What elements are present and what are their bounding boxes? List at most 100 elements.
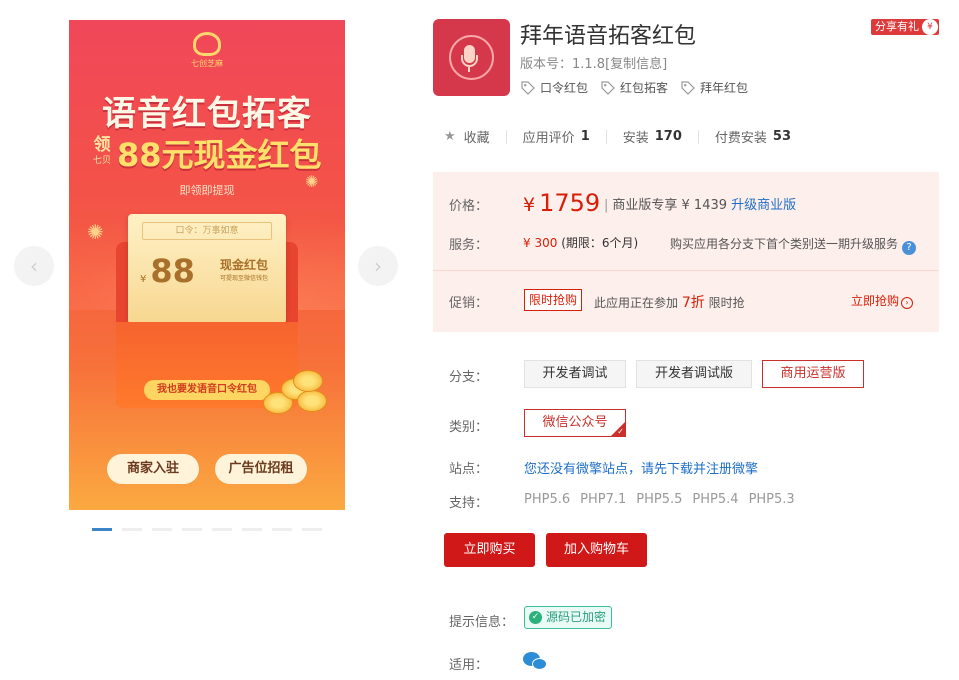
- brand-logo: 七创芝麻: [187, 32, 227, 74]
- rating-label[interactable]: 应用评价: [523, 127, 575, 146]
- tag-icon: [521, 80, 535, 95]
- share-reward-button[interactable]: 分享有礼 ¥: [871, 19, 939, 35]
- divider: |: [604, 198, 609, 213]
- app-icon: [433, 19, 510, 96]
- pagination-dot[interactable]: [242, 528, 262, 531]
- version-info: 版本号：1.1.8[复制信息]: [520, 53, 667, 72]
- encrypted-text: 源码已加密: [546, 610, 607, 624]
- paid-install-label: 付费安装: [714, 131, 767, 146]
- poster-title: 语音红包拓客: [102, 94, 312, 134]
- coin-icon: [293, 370, 323, 392]
- divider: [433, 270, 939, 271]
- promo-text-before: 此应用正在参加: [594, 296, 679, 310]
- poster-ling: 领 七贝: [91, 137, 113, 169]
- pagination-dot[interactable]: [92, 528, 112, 531]
- branch-label: 分支：: [449, 370, 489, 385]
- tag-item[interactable]: 拜年红包: [680, 79, 748, 96]
- branch-option-dev-debug-version[interactable]: 开发者调试版: [636, 360, 752, 388]
- poster-tagline: 即领即提现: [179, 184, 235, 197]
- flash-sale-badge: 限时抢购: [524, 289, 583, 311]
- install-value: 170: [654, 129, 682, 144]
- business-price: | 商业版专享 ¥ 1439 升级商业版: [604, 194, 796, 213]
- copy-info-link[interactable]: [复制信息]: [605, 57, 667, 72]
- chevron-right-icon: ›: [901, 297, 914, 309]
- pagination-dot[interactable]: [182, 528, 202, 531]
- logo-mark-icon: [193, 32, 221, 56]
- service-label: 服务：: [449, 238, 489, 253]
- flash-buy-label: 立即抢购: [851, 294, 900, 308]
- promo-text: 此应用正在参加 7折 限时抢: [594, 292, 745, 312]
- envelope-button: 我也要发语音口令红包: [144, 380, 270, 400]
- promo-discount: 7折: [681, 295, 705, 311]
- business-price-text: 商业版专享 ¥ 1439: [612, 198, 728, 213]
- wechat-icon: [523, 650, 549, 672]
- php-version: PHP5.4: [692, 492, 739, 507]
- gift-icon: ¥: [922, 19, 938, 35]
- add-to-cart-button[interactable]: 加入购物车: [546, 533, 647, 567]
- card-desc-small: 可提现至微信钱包: [220, 275, 269, 282]
- poster-headline: 领 七贝 88元现金红包: [91, 130, 322, 176]
- buy-now-button[interactable]: 立即购买: [444, 533, 535, 567]
- category-option-wechat-official[interactable]: 微信公众号 ✓: [524, 409, 626, 437]
- card-desc: 现金红包 可提现至微信钱包: [220, 256, 268, 282]
- star-icon: ★: [444, 129, 456, 144]
- hint-label: 提示信息：: [449, 615, 515, 630]
- share-label: 分享有礼: [875, 20, 919, 33]
- check-icon: ✓: [617, 427, 624, 436]
- merchant-join-button: 商家入驻: [107, 454, 199, 484]
- app-title: 拜年语音拓客红包: [520, 24, 697, 49]
- pagination-dot[interactable]: [212, 528, 232, 531]
- card-amount-value: 88: [150, 252, 195, 290]
- paid-install-value: 53: [772, 129, 791, 144]
- help-icon[interactable]: ?: [902, 241, 917, 255]
- chevron-right-icon[interactable]: ›: [358, 246, 398, 286]
- register-site-link[interactable]: 您还没有微擎站点，请先下载并注册微擎: [524, 458, 758, 477]
- poster-ling-small: 七贝: [92, 156, 111, 166]
- divider: [505, 129, 507, 144]
- firework-icon: ✺: [305, 172, 319, 191]
- poster-headline-text: 88元现金红包: [117, 136, 322, 174]
- promo-poster: 七创芝麻 语音红包拓客 领 七贝 88元现金红包 即领即提现 ✺ ✺ 口令：万事…: [69, 20, 345, 510]
- check-circle-icon: ✓: [529, 611, 542, 624]
- promo-label: 促销：: [449, 296, 489, 311]
- tag-item[interactable]: 口令红包: [520, 79, 588, 96]
- price-value: ¥ 1759: [523, 189, 600, 217]
- tag-label: 红包拓客: [620, 81, 669, 95]
- branch-option-commercial[interactable]: 商用运营版: [762, 360, 864, 388]
- chevron-left-icon[interactable]: ‹: [14, 246, 54, 286]
- encrypted-badge: ✓ 源码已加密: [524, 606, 613, 629]
- stats-bar: ★ 收藏 应用评价 1 安装 170 付费安装 53: [444, 127, 791, 146]
- service-price: ¥ 300: [523, 236, 558, 250]
- php-version: PHP5.6: [524, 492, 571, 507]
- gold-coins-icon: [263, 370, 329, 422]
- php-version: PHP5.5: [636, 492, 683, 507]
- service-note: 购买应用各分支下首个类别送一期升级服务?: [670, 235, 917, 255]
- tag-item[interactable]: 红包拓客: [600, 79, 668, 96]
- favorite-button[interactable]: 收藏: [464, 127, 490, 146]
- tag-label: 拜年红包: [700, 81, 749, 95]
- product-gallery: ‹ 七创芝麻 语音红包拓客 领 七贝 88元现金红包 即领即提现 ✺ ✺ 口令：…: [0, 0, 420, 560]
- branch-option-dev-debug[interactable]: 开发者调试: [524, 360, 626, 388]
- divider: [605, 129, 607, 144]
- site-label: 站点：: [449, 462, 489, 477]
- gallery-pagination: [92, 528, 322, 531]
- card-yen: ¥: [140, 274, 147, 285]
- card-amount: ¥ 88: [140, 252, 195, 290]
- card-desc-text: 现金红包: [220, 258, 269, 272]
- support-label: 支持：: [449, 496, 489, 511]
- upgrade-business-link[interactable]: 升级商业版: [731, 198, 796, 213]
- price-yen: ¥: [523, 194, 536, 216]
- install-label: 安装: [622, 131, 649, 146]
- php-version: PHP5.3: [748, 492, 795, 507]
- rating-value: 1: [580, 129, 590, 144]
- tag-icon: [681, 80, 695, 95]
- firework-icon: ✺: [87, 220, 104, 244]
- pagination-dot[interactable]: [302, 528, 322, 531]
- pagination-dot[interactable]: [152, 528, 172, 531]
- tag-list: 口令红包 红包拓客 拜年红包: [520, 79, 748, 96]
- divider: [697, 129, 699, 144]
- wechat-bubble: [532, 658, 547, 670]
- pagination-dot[interactable]: [272, 528, 292, 531]
- flash-buy-link[interactable]: 立即抢购 ›: [851, 292, 914, 309]
- pagination-dot[interactable]: [122, 528, 142, 531]
